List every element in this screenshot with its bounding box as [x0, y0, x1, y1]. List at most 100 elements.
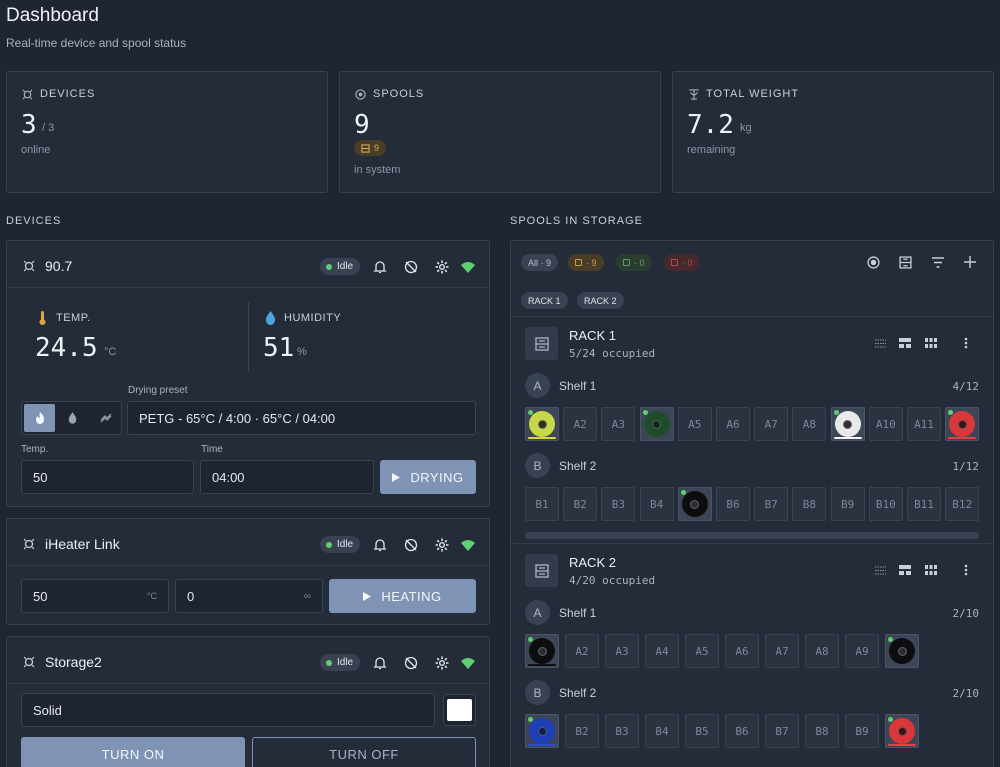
add-icon[interactable]	[964, 256, 976, 268]
spool-slot-empty[interactable]: A5	[677, 407, 712, 441]
spool-slot-empty[interactable]: A8	[805, 634, 839, 668]
gear-icon[interactable]	[434, 655, 450, 671]
spool-slot-empty[interactable]: A3	[601, 407, 636, 441]
bell-icon[interactable]	[372, 655, 388, 671]
rack-view-icon[interactable]	[899, 256, 912, 269]
bell-icon[interactable]	[372, 259, 388, 275]
drying-button[interactable]: DRYING	[380, 460, 476, 494]
spool-slot-empty[interactable]: B3	[605, 714, 639, 748]
spool-slot-filled[interactable]	[639, 407, 674, 441]
spool-slot-empty[interactable]: A9	[845, 634, 879, 668]
spool-slot-filled[interactable]	[885, 714, 919, 748]
spool-view-icon[interactable]	[867, 256, 880, 269]
spool-slot-filled[interactable]	[945, 407, 980, 441]
turn-off-button[interactable]: TURN OFF	[252, 737, 476, 767]
spool-slot-empty[interactable]: B8	[792, 487, 827, 521]
mode-heat-button[interactable]	[24, 404, 55, 432]
spool-slot-empty[interactable]: A8	[792, 407, 827, 441]
grid-view-icon[interactable]	[925, 338, 937, 348]
spool-slot-filled[interactable]	[677, 487, 712, 521]
heater-temp-input[interactable]: 50 °C	[21, 579, 169, 613]
spool-slot-filled[interactable]	[525, 714, 559, 748]
drying-preset-select[interactable]: PETG - 65°C / 4:00 · 65°C / 04:00	[127, 401, 476, 435]
filter-pill-0[interactable]: All · 9	[521, 254, 559, 271]
turn-on-button[interactable]: TURN ON	[21, 737, 245, 767]
spool-slot-empty[interactable]: B9	[830, 487, 865, 521]
spool-slot-empty[interactable]: A6	[725, 634, 759, 668]
list-view-icon[interactable]	[899, 565, 911, 575]
spool-icon	[889, 718, 915, 744]
status-badge: Idle	[320, 654, 361, 671]
spool-slot-empty[interactable]: A3	[605, 634, 639, 668]
filter-pill-3[interactable]: · 0	[664, 254, 700, 271]
spool-slot-empty[interactable]: A6	[716, 407, 750, 441]
link-off-icon[interactable]	[403, 537, 419, 553]
thermometer-icon	[39, 311, 46, 325]
spool-slot-empty[interactable]: B4	[645, 714, 679, 748]
heating-button-label: HEATING	[381, 588, 442, 604]
spool-slot-empty[interactable]: A2	[563, 407, 598, 441]
dense-view-icon[interactable]	[875, 339, 886, 348]
device-icon	[22, 89, 33, 100]
spool-slot-empty[interactable]: B7	[765, 714, 799, 748]
dense-view-icon[interactable]	[875, 566, 886, 575]
stat-spools-badge-count: 9	[374, 143, 380, 153]
light-mode-select[interactable]: Solid	[21, 693, 435, 727]
time-input[interactable]: 04:00	[200, 460, 374, 494]
bell-icon[interactable]	[372, 537, 388, 553]
spool-slot-empty[interactable]: A7	[765, 634, 799, 668]
list-view-icon[interactable]	[899, 338, 911, 348]
more-icon[interactable]	[964, 564, 968, 576]
color-swatch[interactable]	[443, 694, 476, 726]
rack-tab-1[interactable]: RACK 1	[521, 292, 568, 309]
mode-auto-button[interactable]	[90, 404, 121, 432]
spool-slot-empty[interactable]: A11	[907, 407, 941, 441]
spool-slot-empty[interactable]: B9	[845, 714, 879, 748]
horizontal-scrollbar[interactable]	[525, 532, 979, 539]
spool-slot-empty[interactable]: B8	[805, 714, 839, 748]
spool-slot-empty[interactable]: B5	[685, 714, 719, 748]
gear-icon[interactable]	[434, 537, 450, 553]
grid-view-icon[interactable]	[925, 565, 937, 575]
spool-slot-filled[interactable]	[885, 634, 919, 668]
spool-slot-empty[interactable]: A4	[645, 634, 679, 668]
more-icon[interactable]	[964, 337, 968, 349]
heater-duration-input[interactable]: 0 ∞	[175, 579, 323, 613]
spool-slot-empty[interactable]: B4	[639, 487, 674, 521]
device-card-1: 90.7 Idle TEMP. 24.5 °C HUMIDITY 51 % Dr…	[6, 240, 490, 507]
rack-tab-2[interactable]: RACK 2	[577, 292, 624, 309]
link-off-icon[interactable]	[403, 655, 419, 671]
spool-slot-empty[interactable]: B2	[563, 487, 598, 521]
spool-slot-empty[interactable]: A2	[565, 634, 599, 668]
spool-slot-empty[interactable]: B6	[725, 714, 759, 748]
heating-button[interactable]: HEATING	[329, 579, 476, 613]
spool-slot-empty[interactable]: B7	[754, 487, 789, 521]
spool-slot-empty[interactable]: B12	[945, 487, 980, 521]
spool-slot-filled[interactable]	[830, 407, 865, 441]
spool-slot-filled[interactable]	[525, 634, 559, 668]
slot-label: B12	[952, 497, 973, 511]
spool-slot-empty[interactable]: A10	[868, 407, 903, 441]
page-title: Dashboard	[6, 5, 99, 26]
link-off-icon[interactable]	[403, 259, 419, 275]
spool-slot-empty[interactable]: B6	[716, 487, 750, 521]
stat-spools-badge: 9	[354, 140, 387, 156]
spool-slot-empty[interactable]: B11	[907, 487, 941, 521]
spool-slot-empty[interactable]: B1	[525, 487, 559, 521]
slot-label: A5	[695, 644, 709, 658]
spool-icon	[681, 491, 708, 517]
mode-dry-button[interactable]	[57, 404, 88, 432]
filter-pill-1[interactable]: · 9	[568, 254, 604, 271]
spool-slot-empty[interactable]: B3	[601, 487, 636, 521]
spool-slot-filled[interactable]	[525, 407, 559, 441]
spool-slot-empty[interactable]: B2	[565, 714, 599, 748]
spool-slot-empty[interactable]: B10	[868, 487, 903, 521]
shelf-letter: B	[525, 680, 550, 705]
filter-icon[interactable]	[932, 257, 944, 268]
slot-label: B1	[535, 497, 549, 511]
gear-icon[interactable]	[434, 259, 450, 275]
spool-slot-empty[interactable]: A5	[685, 634, 719, 668]
spool-slot-empty[interactable]: A7	[754, 407, 789, 441]
filter-pill-2[interactable]: · 0	[616, 254, 652, 271]
temp-input[interactable]: 50	[21, 460, 194, 494]
